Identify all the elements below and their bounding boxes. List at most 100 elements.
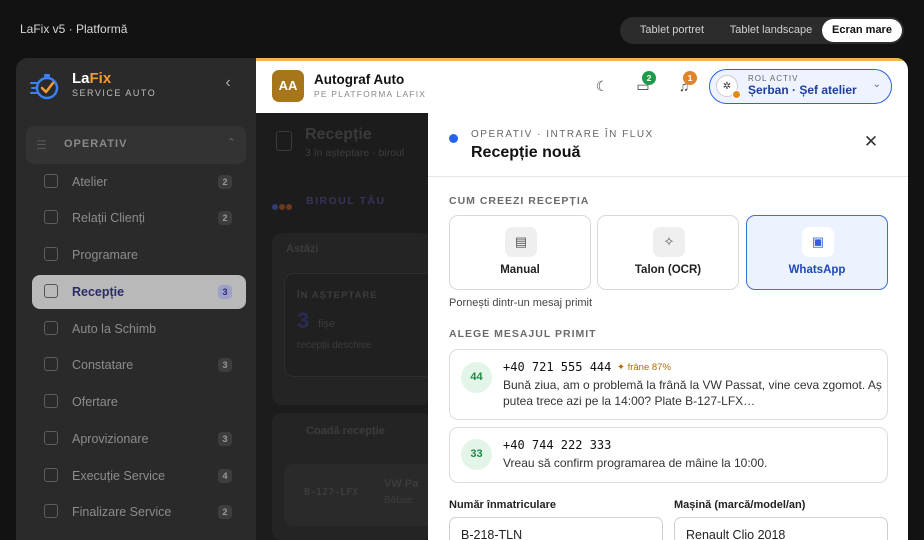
sidebar-item-atelier[interactable]: Atelier 2 <box>32 165 246 199</box>
moon-icon[interactable]: ☾ <box>592 76 612 96</box>
page-title: Recepție <box>305 126 372 143</box>
car-label: Mașină (marcă/model/an) <box>674 499 806 511</box>
clipboard-icon <box>276 131 292 151</box>
count-badge: 2 <box>218 211 232 225</box>
garage-icon <box>44 174 58 188</box>
page-subtitle: 3 în așteptare · biroul <box>305 147 405 159</box>
method-label: CUM CREEZI RECEPȚIA <box>449 195 590 207</box>
status-dot <box>449 134 458 143</box>
wrench-icon <box>44 468 58 482</box>
today-title: Astăzi <box>286 243 319 255</box>
collapse-sidebar-button[interactable]: ‹ <box>220 74 236 94</box>
sidebar-item-label: Auto la Schimb <box>72 322 157 336</box>
section-biroul: BIROUL TĂU <box>306 195 386 207</box>
role-switcher[interactable]: ✲ ROL ACTIV Șerban · Șef atelier ⌄ <box>709 69 892 104</box>
close-button[interactable]: ✕ <box>860 131 882 153</box>
ai-tag: ✦ frâne 87% <box>617 362 671 373</box>
app-title: LaFix v5 · Platformă <box>20 22 128 36</box>
queue-car: VW Pa <box>384 478 419 490</box>
status-dot <box>732 90 741 99</box>
message-icon: ▣ <box>802 227 834 257</box>
method-whatsapp[interactable]: ▣ WhatsApp <box>746 215 888 290</box>
sidebar-item-label: Finalizare Service <box>72 505 172 519</box>
key-icon <box>44 321 58 335</box>
magnifier-icon <box>44 357 58 371</box>
clipboard-icon: ▤ <box>505 227 537 257</box>
app-header: AA Autograf Auto PE PLATFORMA LAFIX ☾ ▭ … <box>256 58 908 113</box>
message-phone: +40 721 555 444 <box>503 360 612 374</box>
view-mode-switch: Tablet portret Tablet landscape Ecran ma… <box>620 17 904 44</box>
clipboard-icon <box>44 284 58 298</box>
org-avatar: AA <box>272 70 304 102</box>
brand-name: LaFix <box>72 70 112 87</box>
count-badge: 2 <box>218 505 232 519</box>
chat-users-icon <box>44 210 58 224</box>
sidebar-item-label: Recepție <box>72 285 125 299</box>
message-text: Vreau să confirm programarea de mâine la… <box>503 456 768 470</box>
calendar-icon <box>44 247 58 261</box>
sidebar-item-label: Atelier <box>72 175 108 189</box>
view-tablet-landscape[interactable]: Tablet landscape <box>720 17 822 44</box>
queue-row: B-127-LFX VW Pa Bătaie <box>284 464 434 526</box>
message-pick-label: ALEGE MESAJUL PRIMIT <box>449 328 597 340</box>
queue-plate: B-127-LFX <box>304 487 359 498</box>
today-card: Astăzi ÎN AȘTEPTARE 3 fișe recepții desc… <box>272 233 434 405</box>
queue-issue: Bătaie <box>384 495 413 506</box>
box-icon <box>44 431 58 445</box>
view-large-screen[interactable]: Ecran mare <box>822 19 902 42</box>
sidebar-item-finalizare-service[interactable]: Finalizare Service 2 <box>32 495 246 529</box>
brand-subtitle: SERVICE AUTO <box>72 88 157 98</box>
app-frame: LaFix SERVICE AUTO ‹ ☰ OPERATIV ⌃ Atelie… <box>16 58 908 540</box>
section-operativ[interactable]: ☰ OPERATIV ⌃ <box>26 126 246 164</box>
sidebar-item-aprovizionare[interactable]: Aprovizionare 3 <box>32 422 246 456</box>
chat-count-badge: 2 <box>642 71 656 85</box>
plate-label: Număr înmatriculare <box>449 499 556 511</box>
role-label: ROL ACTIV <box>748 74 799 83</box>
lafix-logo-icon <box>30 72 60 100</box>
waiting-card: ÎN AȘTEPTARE 3 fișe recepții deschise <box>284 273 434 377</box>
chevron-up-icon: ⌃ <box>226 137 236 149</box>
modal-title: Recepție nouă <box>471 144 581 161</box>
chevron-down-icon: ⌄ <box>872 79 881 90</box>
count-badge: 3 <box>218 432 232 446</box>
sidebar-item-ofertare[interactable]: Ofertare <box>32 385 246 419</box>
sidebar-item-label: Ofertare <box>72 395 118 409</box>
divider <box>428 176 908 177</box>
new-reception-modal: OPERATIV · INTRARE ÎN FLUX Recepție nouă… <box>428 113 908 540</box>
role-name: Șerban · Șef atelier <box>748 83 857 97</box>
count-badge: 3 <box>218 358 232 372</box>
list-icon: ☰ <box>36 138 47 152</box>
plate-input[interactable]: B-218-TLN <box>449 517 663 540</box>
message-text: Bună ziua, am o problemă la frână la VW … <box>503 378 882 408</box>
method-label-manual: Manual <box>500 264 540 276</box>
method-manual[interactable]: ▤ Manual <box>449 215 591 290</box>
count-badge: 4 <box>218 469 232 483</box>
sidebar-item-constatare[interactable]: Constatare 3 <box>32 348 246 382</box>
queue-card: Coadă recepție B-127-LFX VW Pa Bătaie <box>272 413 434 540</box>
count-badge: 2 <box>218 175 232 189</box>
main-area: AA Autograf Auto PE PLATFORMA LAFIX ☾ ▭ … <box>256 58 908 540</box>
waiting-unit: fișe <box>318 318 336 330</box>
method-ocr[interactable]: ✧ Talon (OCR) <box>597 215 739 290</box>
sidebar-item-label: Programare <box>72 248 138 262</box>
view-tablet-portrait[interactable]: Tablet portret <box>624 17 720 44</box>
document-icon <box>44 394 58 408</box>
method-label-whatsapp: WhatsApp <box>788 264 846 276</box>
sidebar-item-relatii-clienti[interactable]: Relații Clienți 2 <box>32 201 246 235</box>
section-label: OPERATIV <box>64 138 128 150</box>
sidebar-item-auto-la-schimb[interactable]: Auto la Schimb <box>32 312 246 346</box>
sidebar-item-programare[interactable]: Programare <box>32 238 246 272</box>
method-label-ocr: Talon (OCR) <box>634 264 702 276</box>
sidebar-item-label: Aprovizionare <box>72 432 149 446</box>
car-input[interactable]: Renault Clio 2018 <box>674 517 888 540</box>
waiting-desc: recepții deschise <box>297 340 372 351</box>
waiting-label: ÎN AȘTEPTARE <box>297 290 378 301</box>
message-item[interactable]: 44 +40 721 555 444 ✦ frâne 87% Bună ziua… <box>449 349 888 420</box>
method-hint: Pornești dintr-un mesaj primit <box>449 297 593 309</box>
sidebar: LaFix SERVICE AUTO ‹ ☰ OPERATIV ⌃ Atelie… <box>16 58 256 540</box>
queue-title: Coadă recepție <box>306 425 385 437</box>
sidebar-item-receptie[interactable]: Recepție 3 <box>32 275 246 309</box>
dots-icon <box>272 197 293 215</box>
message-item[interactable]: 33 +40 744 222 333 Vreau să confirm prog… <box>449 427 888 483</box>
sidebar-item-executie-service[interactable]: Execuție Service 4 <box>32 459 246 493</box>
